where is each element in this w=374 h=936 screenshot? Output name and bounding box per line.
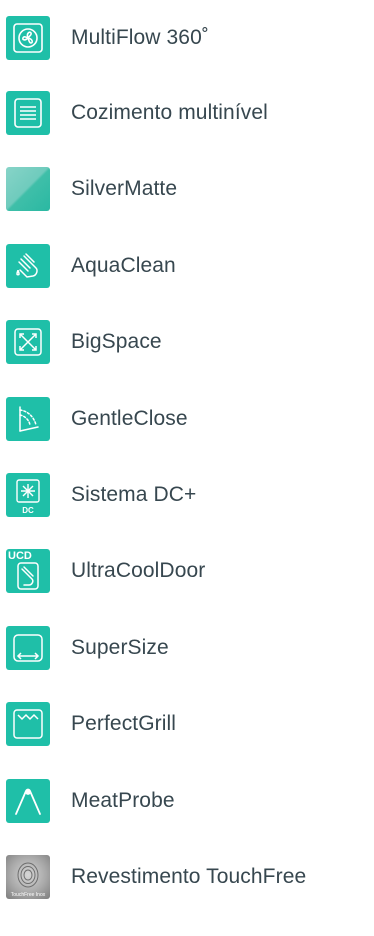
dc-badge: DC bbox=[22, 506, 34, 515]
bigspace-icon bbox=[6, 320, 50, 364]
feature-aquaclean: AquaClean bbox=[6, 240, 366, 292]
feature-label: UltraCoolDoor bbox=[71, 559, 206, 582]
feature-label: GentleClose bbox=[71, 407, 188, 430]
feature-multiflow: MultiFlow 360˚ bbox=[6, 12, 366, 64]
feature-gentleclose: GentleClose bbox=[6, 393, 366, 445]
touchfree-badge: TouchFree Inox bbox=[10, 892, 46, 898]
meatprobe-icon bbox=[6, 779, 50, 823]
multilevel-icon bbox=[6, 91, 50, 135]
feature-label: AquaClean bbox=[71, 254, 176, 277]
feature-label: SuperSize bbox=[71, 636, 169, 659]
touchfree-icon: TouchFree Inox bbox=[6, 855, 50, 899]
feature-multilevel-cooking: Cozimento multinível bbox=[6, 87, 366, 139]
ucd-badge: UCD bbox=[8, 550, 32, 562]
feature-bigspace: BigSpace bbox=[6, 316, 366, 368]
feature-label: MeatProbe bbox=[71, 789, 175, 812]
feature-label: PerfectGrill bbox=[71, 712, 177, 735]
dc-icon: DC bbox=[6, 473, 50, 517]
feature-label: MultiFlow 360˚ bbox=[71, 26, 209, 49]
perfectgrill-icon bbox=[6, 702, 50, 746]
feature-silvermatte: SilverMatte bbox=[6, 163, 366, 215]
feature-label: SilverMatte bbox=[71, 177, 178, 200]
feature-ultracooldoor: UCD UltraCoolDoor bbox=[6, 545, 366, 597]
feature-touchfree: TouchFree Inox Revestimento TouchFree bbox=[6, 851, 366, 903]
feature-meatprobe: MeatProbe bbox=[6, 775, 366, 827]
feature-label: BigSpace bbox=[71, 330, 162, 353]
supersize-icon bbox=[6, 626, 50, 670]
feature-supersize: SuperSize bbox=[6, 622, 366, 674]
feature-label: Sistema DC+ bbox=[71, 483, 197, 506]
silvermatte-icon bbox=[6, 167, 50, 211]
aquaclean-icon bbox=[6, 244, 50, 288]
gentleclose-icon bbox=[6, 397, 50, 441]
ultracooldoor-icon: UCD bbox=[6, 549, 50, 593]
feature-perfectgrill: PerfectGrill bbox=[6, 698, 366, 750]
fan-icon bbox=[6, 16, 50, 60]
feature-label: Revestimento TouchFree bbox=[71, 865, 307, 888]
feature-label: Cozimento multinível bbox=[71, 101, 268, 124]
feature-dc-system: DC Sistema DC+ bbox=[6, 469, 366, 521]
